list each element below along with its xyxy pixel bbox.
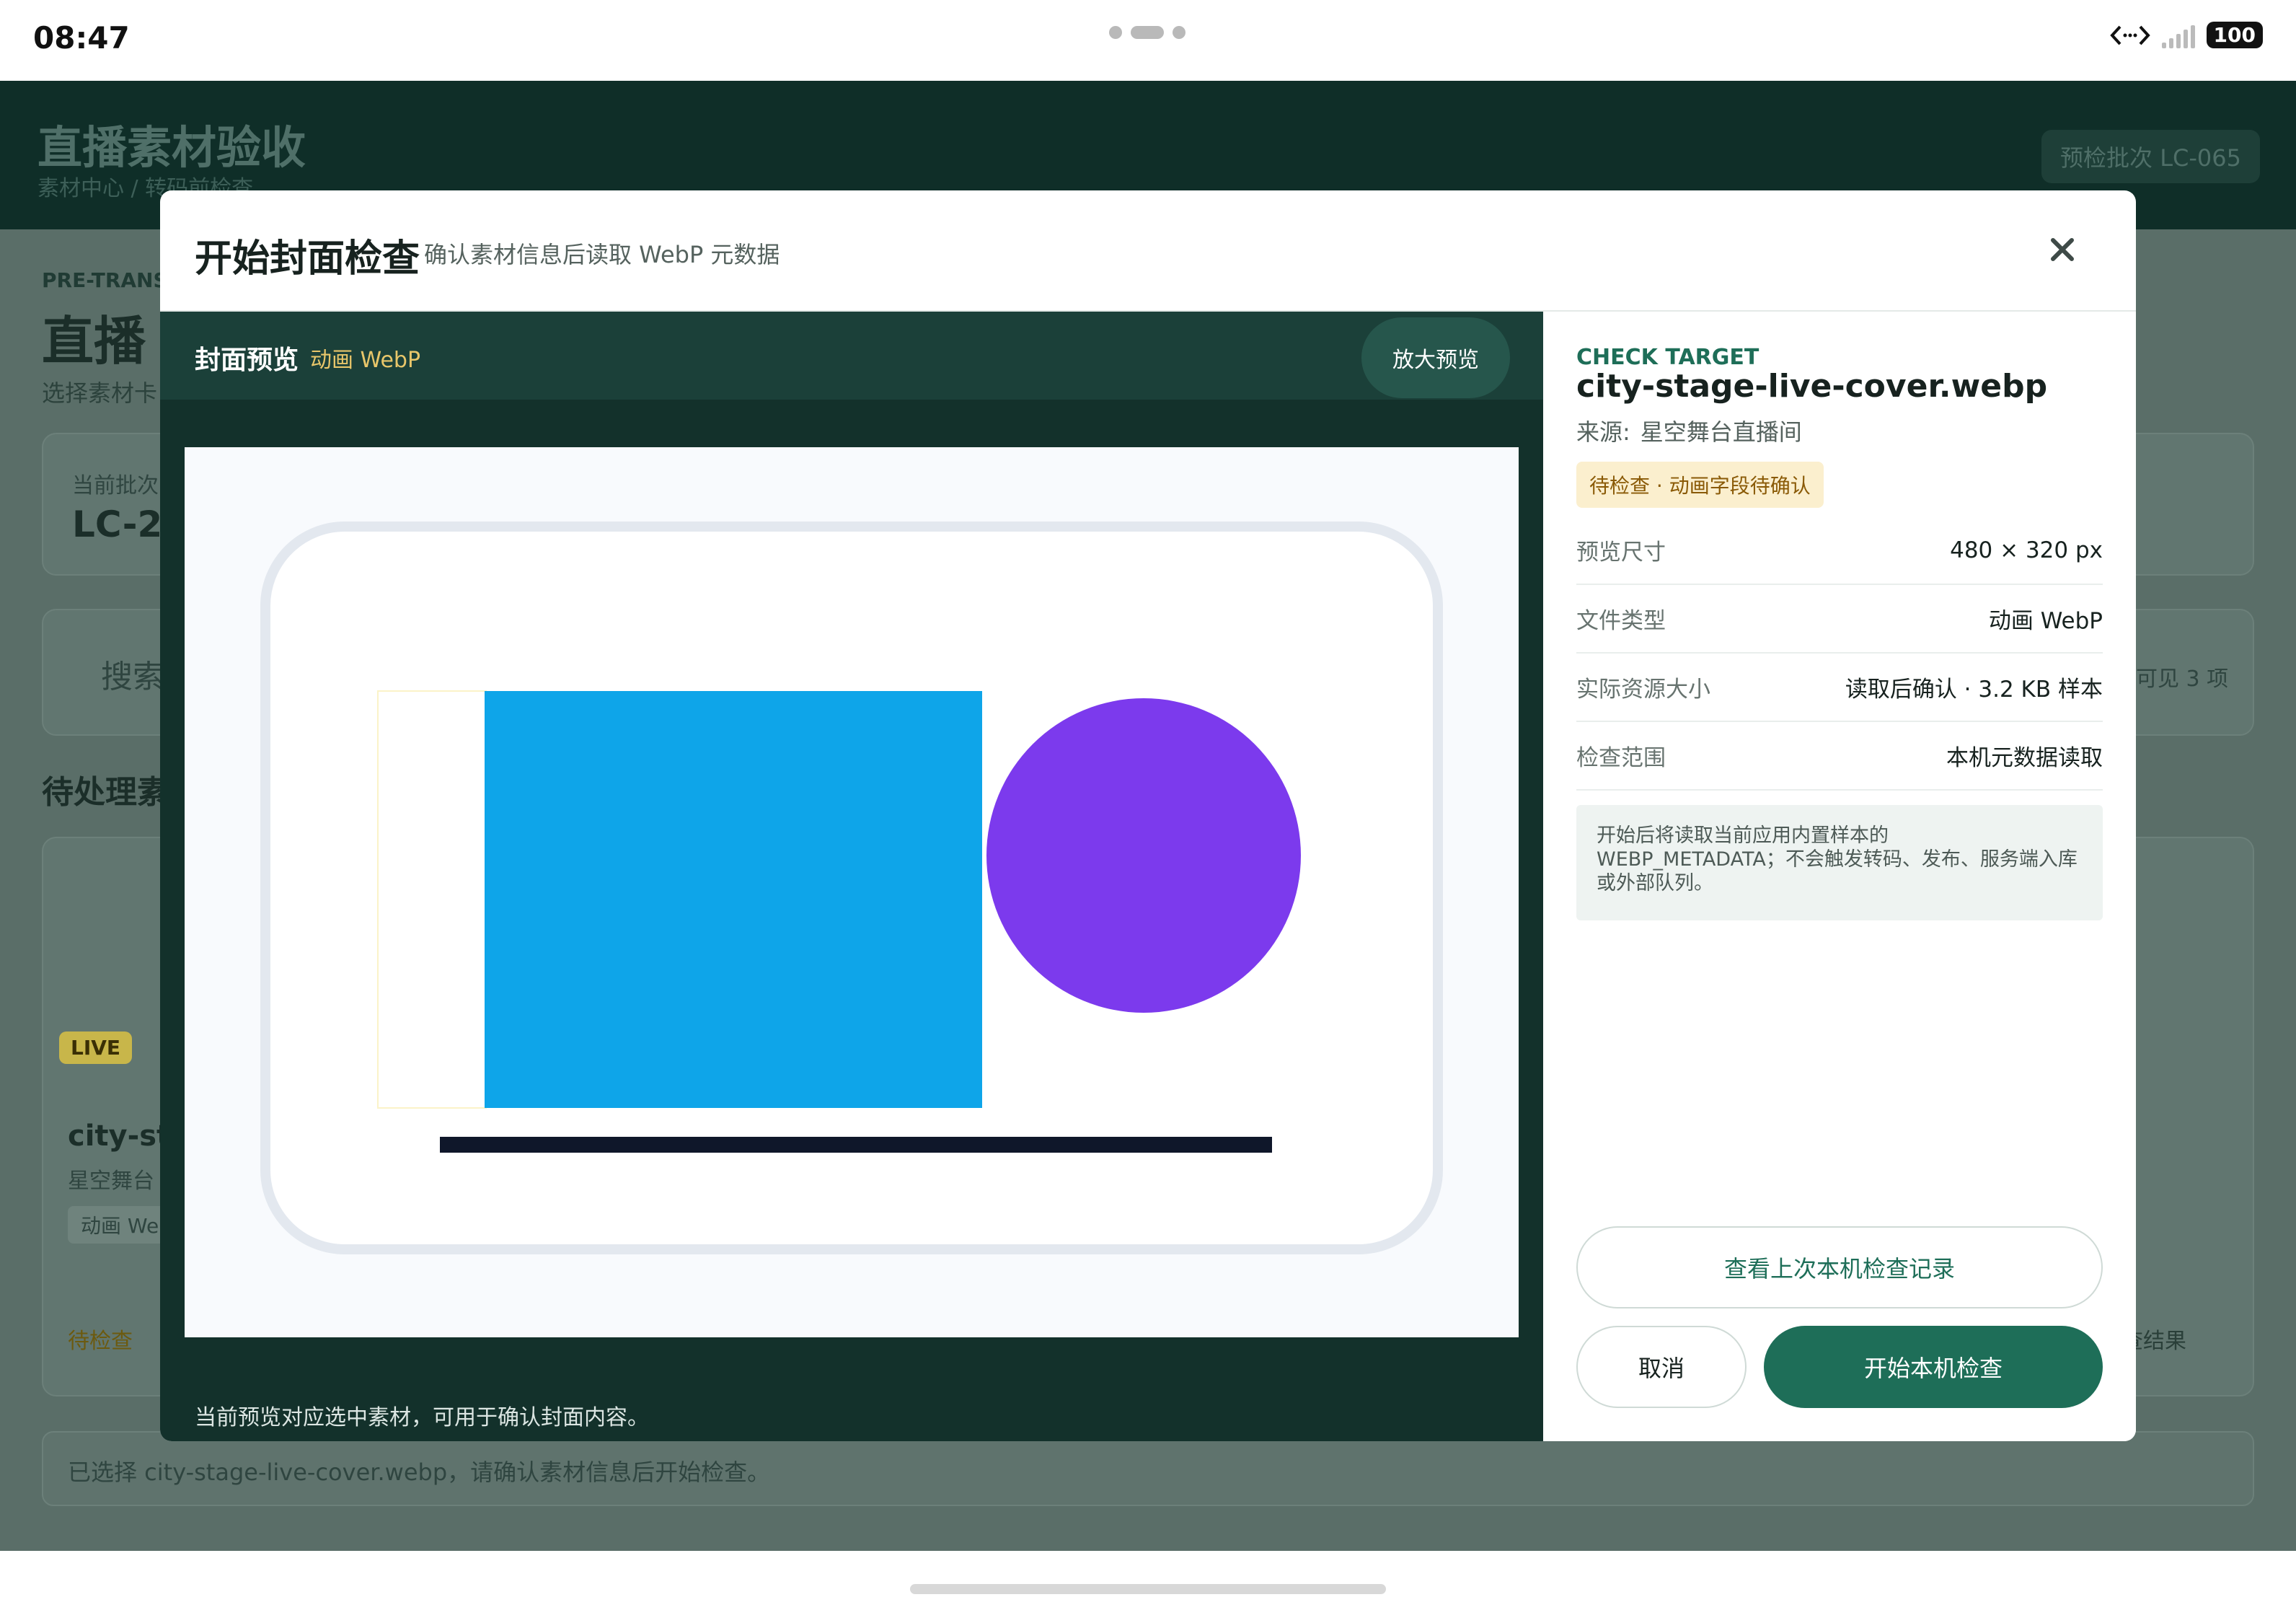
visible-count: 可见 3 项 [2136, 667, 2229, 692]
page-heading: 直播 [42, 311, 146, 371]
target-filename: city-stage-live-cover.webp [1576, 368, 2048, 405]
cover-check-dialog: 开始封面检查 确认素材信息后读取 WebP 元数据 封面预览 动画 WebP 放… [160, 190, 2136, 1441]
close-button[interactable] [2039, 226, 2085, 273]
home-indicator[interactable] [910, 1584, 1386, 1594]
info-row-resource-size: 实际资源大小 读取后确认 · 3.2 KB 样本 [1576, 654, 2103, 722]
multitask-dots-icon[interactable] [1109, 26, 1185, 39]
preview-toolbar: 封面预览 动画 WebP 放大预览 [160, 312, 1543, 400]
info-row-value: 读取后确认 · 3.2 KB 样本 [1845, 677, 2103, 703]
status-indicators: 100 [2109, 22, 2263, 48]
preview-caption: 当前预览对应选中素材，可用于确认封面内容。 [195, 1405, 649, 1430]
info-row-check-scope: 检查范围 本机元数据读取 [1576, 722, 2103, 791]
live-badge: LIVE [59, 1031, 133, 1064]
card-status: 待检查 [68, 1329, 133, 1354]
check-note: 开始后将读取当前应用内置样本的 WEBP_METADATA；不会触发转码、发布、… [1576, 805, 2103, 920]
check-target-kicker: CHECK TARGET [1576, 345, 1759, 370]
preview-type-tag: 动画 WebP [310, 348, 421, 373]
cover-purple-circle [986, 698, 1301, 1013]
cover-artwork [185, 447, 1519, 1337]
page-kicker: PRE-TRANS [42, 268, 168, 292]
info-row-value: 动画 WebP [1988, 608, 2103, 634]
zoom-preview-button[interactable]: 放大预览 [1361, 317, 1510, 398]
dialog-title: 开始封面检查 [195, 237, 420, 281]
cancel-button[interactable]: 取消 [1576, 1326, 1747, 1408]
target-source: 来源: 星空舞台直播间 [1576, 414, 1802, 447]
info-row-preview-size: 预览尺寸 480 × 320 px [1576, 516, 2103, 585]
view-last-check-button[interactable]: 查看上次本机检查记录 [1576, 1226, 2103, 1308]
info-row-label: 预览尺寸 [1576, 540, 1666, 566]
info-table: 预览尺寸 480 × 320 px 文件类型 动画 WebP 实际资源大小 读取… [1576, 516, 2103, 791]
battery-icon: 100 [2206, 22, 2263, 48]
card-source: 星空舞台 [68, 1169, 154, 1194]
section-title: 待处理素 [42, 774, 169, 811]
cover-preview-pane: 封面预览 动画 WebP 放大预览 当前预览对应选中素材，可用于确认封面内容。 [160, 312, 1543, 1441]
page-subtitle: 选择素材卡 [42, 379, 158, 407]
info-row-value: 本机元数据读取 [1946, 745, 2103, 771]
check-target-pane: CHECK TARGET city-stage-live-cover.webp … [1543, 312, 2136, 1441]
app-title: 直播素材验收 [37, 121, 306, 174]
no-signal-icon [2161, 22, 2195, 48]
developer-code-icon [2109, 25, 2150, 45]
source-label: 来源: [1576, 418, 1630, 446]
cover-light-panel [377, 690, 487, 1109]
batch-label: 当前批次 [72, 473, 159, 498]
info-row-label: 实际资源大小 [1576, 677, 1710, 703]
info-row-value: 480 × 320 px [1950, 537, 2103, 563]
card-name: city-st [68, 1119, 171, 1153]
cover-dark-bar [440, 1137, 1272, 1153]
selection-footer-text: 已选择 city-stage-live-cover.webp，请确认素材信息后开… [68, 1459, 771, 1486]
info-row-label: 检查范围 [1576, 745, 1666, 771]
search-input[interactable]: 搜索 [101, 651, 164, 697]
card-type-chip: 动画 We [68, 1206, 172, 1244]
status-bar: 08:47 100 [0, 0, 2296, 81]
close-icon [2051, 238, 2074, 261]
dialog-subtitle: 确认素材信息后读取 WebP 元数据 [424, 241, 780, 268]
info-row-label: 文件类型 [1576, 608, 1666, 634]
info-row-file-type: 文件类型 动画 WebP [1576, 585, 2103, 654]
start-check-button[interactable]: 开始本机检查 [1764, 1326, 2103, 1408]
preview-title: 封面预览 [195, 346, 299, 375]
cover-blue-square [485, 691, 982, 1108]
source-value: 星空舞台直播间 [1640, 418, 1802, 446]
cover-image [185, 447, 1519, 1337]
batch-button[interactable]: 预检批次 LC-065 [2041, 130, 2260, 183]
dialog-header: 开始封面检查 确认素材信息后读取 WebP 元数据 [160, 190, 2136, 312]
selection-footer: 已选择 city-stage-live-cover.webp，请确认素材信息后开… [42, 1431, 2254, 1506]
status-time: 08:47 [33, 20, 130, 56]
status-badge: 待检查 · 动画字段待确认 [1576, 462, 1824, 508]
